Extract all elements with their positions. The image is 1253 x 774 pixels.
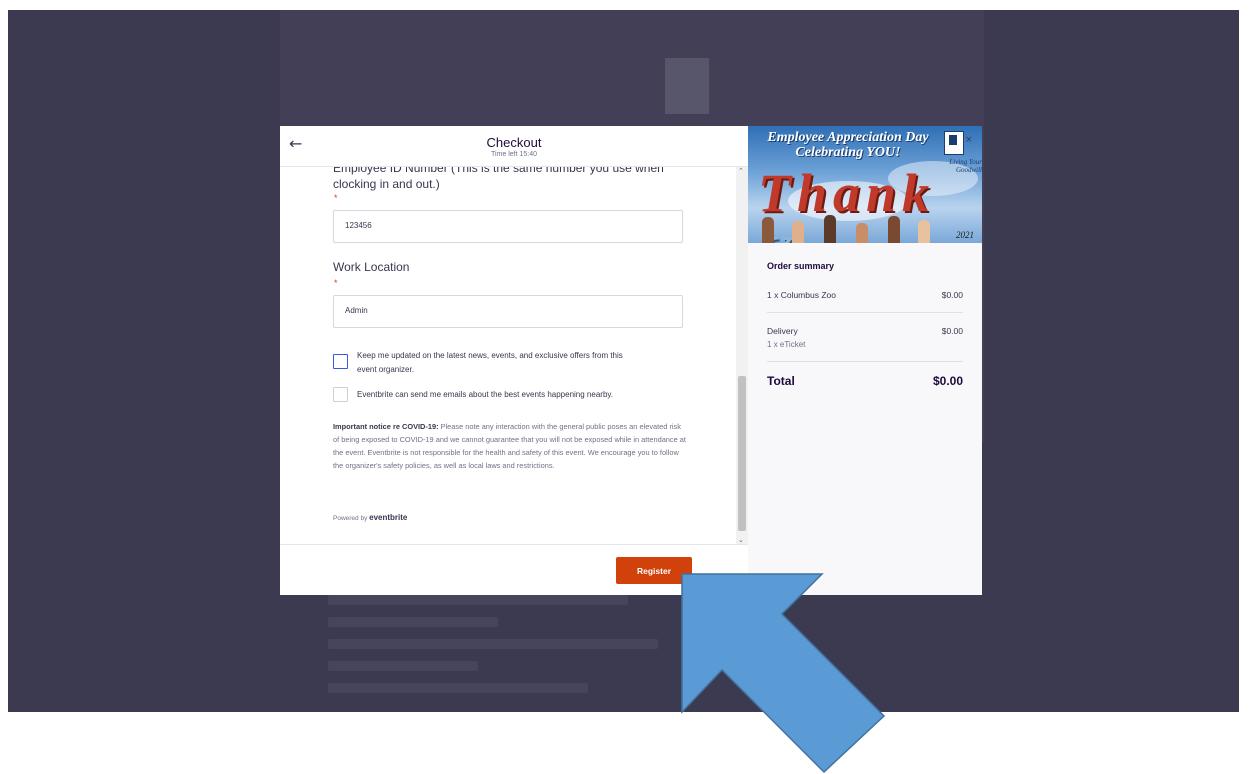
organizer-updates-label-line2: event organizer. — [357, 365, 414, 374]
banner-title-line1: Employee Appreciation Day — [767, 130, 929, 145]
close-icon[interactable]: × — [965, 135, 973, 145]
scroll-up-icon[interactable]: ⌃ — [738, 167, 744, 175]
background-text-lines — [328, 595, 688, 705]
organizer-updates-label-line1: Keep me updated on the latest news, even… — [357, 351, 623, 360]
powered-by[interactable]: Powered by eventbrite — [333, 513, 407, 522]
banner-year: 2021 — [956, 230, 974, 240]
required-marker: * — [334, 193, 338, 203]
banner-title-line2: Celebrating YOU! — [795, 145, 901, 160]
employee-id-label-line2: clocking in and out.) — [333, 177, 440, 191]
delivery-row: Delivery $0.00 — [767, 326, 963, 336]
total-row: Total $0.00 — [767, 374, 963, 388]
order-summary-pane: Employee Appreciation Day Celebrating YO… — [748, 126, 982, 595]
employee-id-value: 123456 — [345, 221, 372, 230]
divider — [767, 361, 963, 362]
order-summary-heading: Order summary — [767, 261, 835, 271]
checkout-title: Checkout — [486, 135, 542, 150]
work-location-input[interactable]: Admin — [333, 295, 683, 328]
delivery-type: 1 x eTicket — [767, 340, 806, 349]
scroll-down-icon[interactable]: ⌄ — [738, 536, 744, 544]
order-item-row: 1 x Columbus Zoo $0.00 — [767, 290, 963, 300]
pointer-arrow-annotation — [681, 573, 886, 774]
checkout-footer: Register — [280, 544, 748, 595]
employee-id-input[interactable]: 123456 — [333, 210, 683, 243]
delivery-label: Delivery — [767, 326, 798, 336]
order-item-price: $0.00 — [941, 290, 963, 300]
total-price: $0.00 — [932, 374, 963, 388]
checkout-form-pane: ← Checkout Time left 15:40 Employee ID N… — [280, 126, 748, 595]
required-marker: * — [334, 278, 338, 288]
covid-notice-heading: Important notice re COVID-19: — [333, 422, 439, 431]
eventbrite-logo: eventbrite — [369, 513, 408, 522]
background-logo — [665, 58, 709, 114]
banner-title: Employee Appreciation Day Celebrating YO… — [758, 130, 938, 160]
banner-hands — [748, 213, 982, 243]
scrollbar-thumb[interactable] — [738, 376, 746, 531]
eventbrite-emails-checkbox[interactable] — [333, 387, 348, 402]
divider — [767, 312, 963, 313]
work-location-label: Work Location — [333, 260, 410, 274]
organizer-updates-checkbox[interactable] — [333, 354, 348, 369]
event-banner-image: Employee Appreciation Day Celebrating YO… — [748, 126, 982, 243]
total-label: Total — [767, 374, 795, 388]
covid-notice: Important notice re COVID-19: Please not… — [333, 420, 689, 472]
form-scrollbar[interactable]: ⌃ ⌄ — [736, 166, 748, 544]
powered-by-text: Powered by — [333, 515, 370, 522]
eventbrite-emails-label: Eventbrite can send me emails about the … — [357, 390, 614, 399]
order-item-label: 1 x Columbus Zoo — [767, 290, 836, 300]
work-location-value: Admin — [345, 306, 368, 315]
employee-id-label-line1: Employee ID Number (This is the same num… — [333, 166, 664, 175]
delivery-price: $0.00 — [941, 326, 963, 336]
checkout-modal: ← Checkout Time left 15:40 Employee ID N… — [280, 126, 982, 595]
checkout-header: ← Checkout Time left 15:40 — [280, 126, 748, 167]
form-scroll-area[interactable]: Employee ID Number (This is the same num… — [280, 166, 736, 544]
time-left-timer: Time left 15:40 — [490, 151, 538, 158]
pointer-arrow-shape — [681, 573, 886, 774]
goodwill-logo-icon — [944, 131, 964, 155]
